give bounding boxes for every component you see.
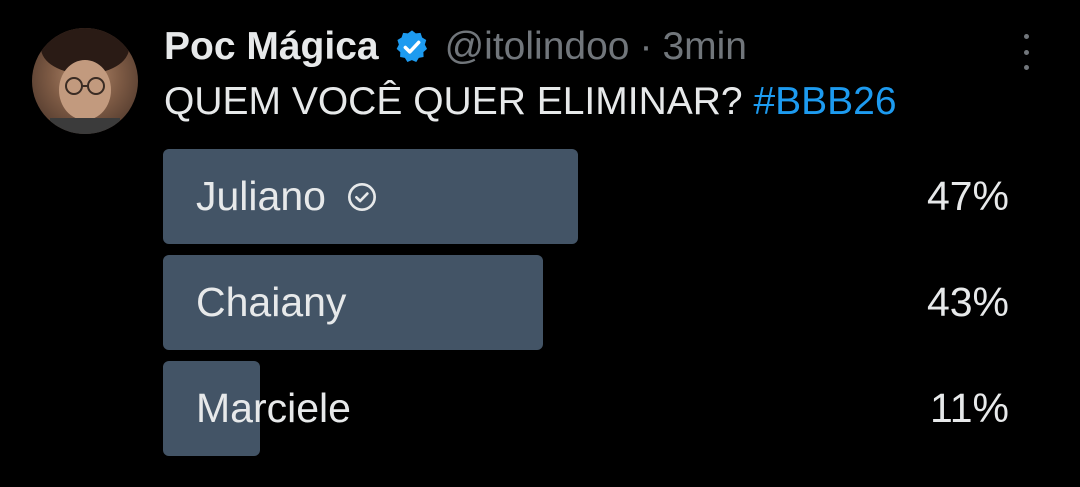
- more-dot: [1023, 65, 1029, 70]
- poll-option-chaiany[interactable]: Chaiany 43%: [163, 255, 1017, 350]
- poll-option-text: Juliano: [196, 173, 326, 219]
- more-options-icon[interactable]: [1016, 34, 1036, 70]
- poll-percentage: 47%: [926, 173, 1009, 219]
- more-dot: [1023, 34, 1029, 39]
- avatar[interactable]: [32, 28, 138, 134]
- hashtag-link[interactable]: #BBB26: [753, 80, 896, 123]
- separator-dot: ·: [639, 25, 653, 68]
- poll-option-label: Juliano: [196, 149, 378, 244]
- poll-option-label: Marciele: [196, 361, 351, 456]
- tweet-text: QUEM VOCÊ QUER ELIMINAR? #BBB26: [164, 80, 897, 124]
- check-circle-icon: [346, 181, 378, 213]
- display-name[interactable]: Poc Mágica: [164, 25, 379, 69]
- more-dot: [1023, 49, 1029, 55]
- poll-option-text: Chaiany: [196, 279, 347, 325]
- poll: Juliano 47% Chaiany 43% Marciele 11%: [163, 149, 1017, 467]
- timestamp[interactable]: 3min: [662, 25, 747, 69]
- poll-option-marciele[interactable]: Marciele 11%: [163, 361, 1017, 456]
- poll-percentage: 11%: [929, 385, 1009, 431]
- poll-percentage: 43%: [926, 279, 1009, 325]
- poll-option-label: Chaiany: [196, 255, 346, 350]
- tweet-body: QUEM VOCÊ QUER ELIMINAR?: [164, 80, 743, 123]
- tweet-header: Poc Mágica @itolindoo · 3min: [164, 22, 747, 72]
- verified-badge-icon: [393, 28, 431, 66]
- poll-option-juliano[interactable]: Juliano 47%: [163, 149, 1017, 244]
- poll-option-text: Marciele: [196, 385, 351, 431]
- user-handle[interactable]: @itolindoo: [445, 25, 630, 69]
